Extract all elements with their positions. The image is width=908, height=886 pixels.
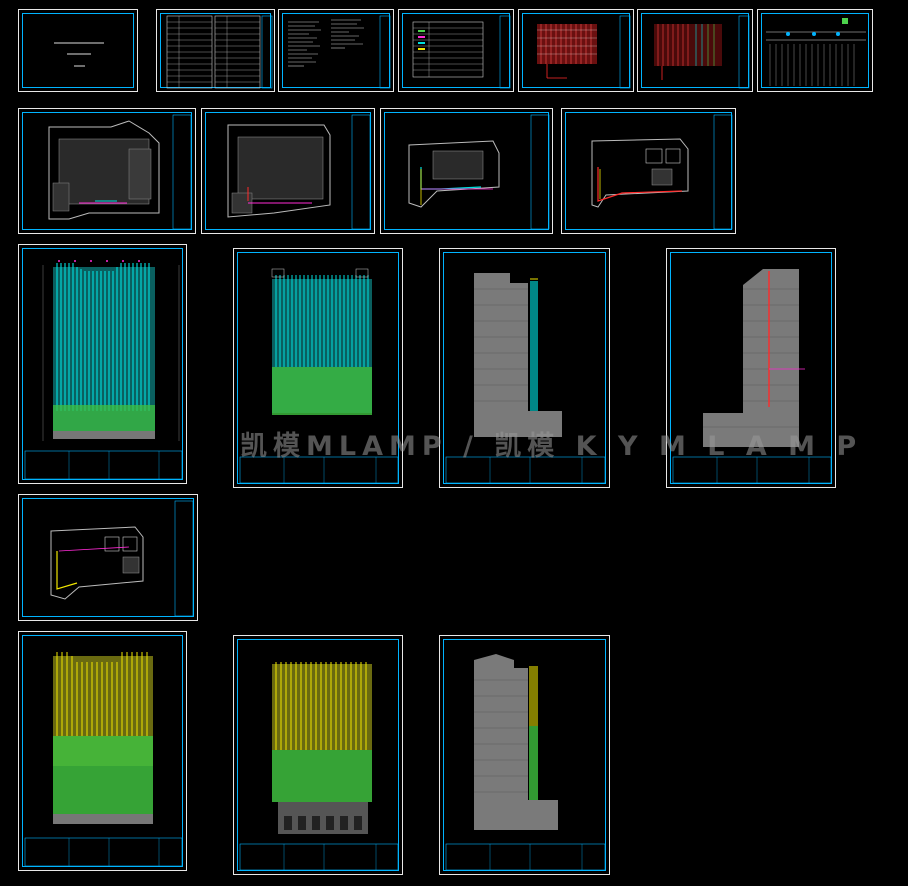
sheet-legend[interactable] <box>398 9 514 92</box>
sheet-elevation-6[interactable] <box>233 635 403 875</box>
system-diagram-2 <box>654 15 750 89</box>
sheet-elevation-1[interactable] <box>18 244 187 484</box>
floor-plan-2 <box>227 114 371 230</box>
sheet-floor-plan-1[interactable] <box>18 108 196 234</box>
sheet-floor-plan-4[interactable] <box>561 108 736 234</box>
floor-plan-3 <box>408 114 550 230</box>
floor-plan-1 <box>48 114 192 230</box>
elevation-6 <box>239 662 399 871</box>
legend-table <box>412 15 511 89</box>
sheet-design-notes[interactable] <box>278 9 394 92</box>
sheet-cover[interactable] <box>18 9 138 92</box>
elevation-5 <box>24 652 183 867</box>
sheet-floor-plan-3[interactable] <box>380 108 553 234</box>
system-diagram-3 <box>766 18 866 86</box>
cover-lines <box>54 42 104 67</box>
sheet-floor-plan-2[interactable] <box>201 108 375 234</box>
sheet-system-diagram-2[interactable] <box>637 9 753 92</box>
sheet-system-diagram-1[interactable] <box>518 9 634 92</box>
sheet-floor-plan-5[interactable] <box>18 494 198 621</box>
notes-text-block <box>288 15 391 89</box>
floor-plan-5 <box>50 500 194 617</box>
elevation-1 <box>24 260 183 480</box>
system-diagram-1 <box>537 15 631 89</box>
sheet-drawing-list[interactable] <box>156 9 275 92</box>
sheet-system-diagram-3[interactable] <box>757 9 873 92</box>
floor-plan-4 <box>591 114 733 230</box>
watermark: 凯模MLAMP / 凯模 K Y M L A M P <box>240 431 863 462</box>
sheet-elevation-5[interactable] <box>18 631 187 871</box>
elevation-7 <box>445 654 606 871</box>
sheet-elevation-7[interactable] <box>439 635 610 875</box>
drawing-list-table <box>166 15 273 89</box>
